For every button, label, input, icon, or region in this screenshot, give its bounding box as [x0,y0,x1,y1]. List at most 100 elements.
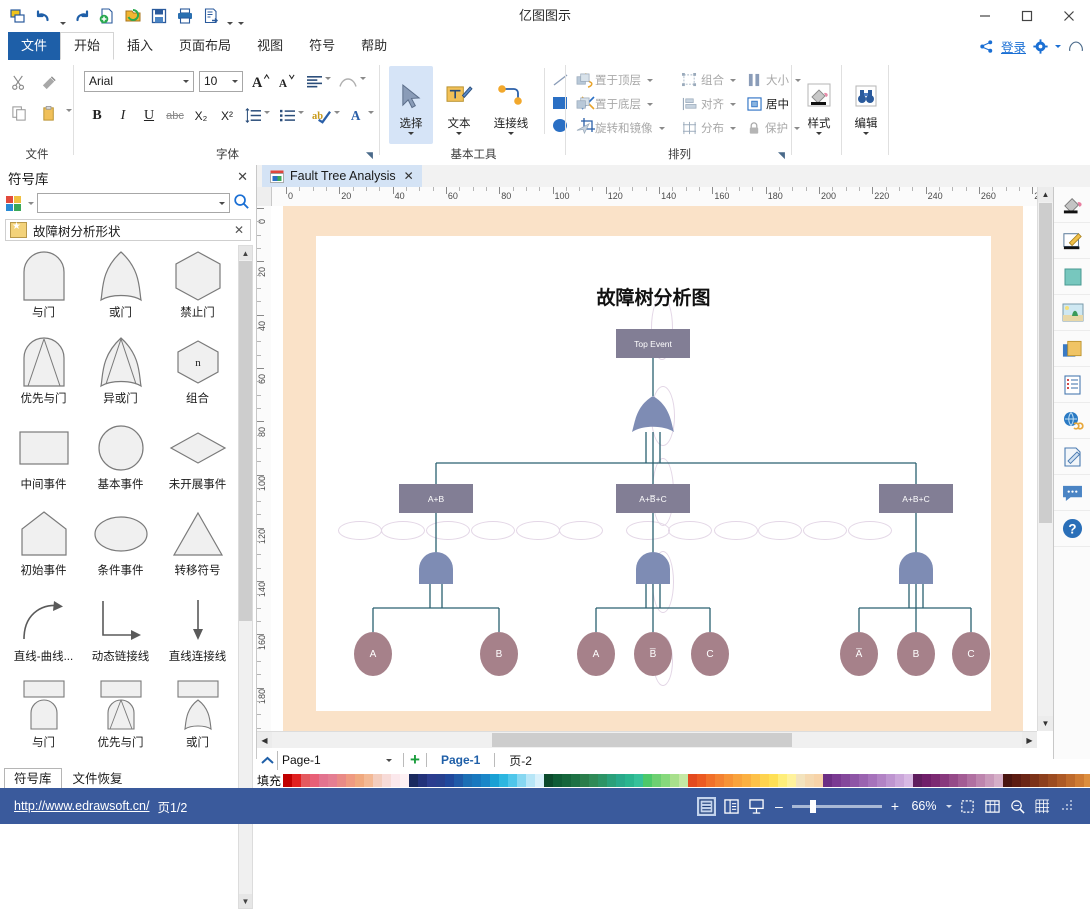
palette-swatch[interactable] [589,773,599,787]
and-gate-2[interactable] [632,551,674,588]
copy-button[interactable] [6,100,32,126]
export-dropdown-icon[interactable] [225,1,234,32]
scroll-left-arrow[interactable]: ◀ [257,732,272,748]
palette-swatch[interactable] [616,773,626,787]
palette-swatch[interactable] [355,773,365,787]
palette-swatch[interactable] [301,773,311,787]
page-sheet[interactable]: 故障树分析图 Top Event A+B A+B̅+C A+B+C A B A … [316,236,991,711]
palette-swatch[interactable] [472,773,482,787]
stencil-item-priority-and-labeled[interactable]: 优先与门 [82,675,159,761]
palette-swatch[interactable] [580,773,590,787]
palette-swatch[interactable] [517,773,527,787]
stencil-item-undeveloped-event[interactable]: 未开展事件 [159,417,236,503]
mid-event-box-1[interactable]: A+B [399,484,473,513]
stencil-item-straight-connector[interactable]: 直线连接线 [159,589,236,675]
login-link[interactable]: 登录 [1001,37,1026,56]
bullets-button[interactable] [275,104,299,127]
text-curve-dropdown-icon[interactable] [360,77,366,80]
basic-event-3-1[interactable]: A̅ [840,632,878,676]
zoom-level-label[interactable]: 66% [908,799,940,813]
new-from-template-icon[interactable] [6,4,30,28]
style-button[interactable]: 样式 [797,66,841,144]
stencil-item-intermediate-event[interactable]: 中间事件 [5,417,82,503]
palette-swatch[interactable] [976,773,986,787]
stencil-item-inhibit-gate[interactable]: 禁止门 [159,245,236,331]
search-input[interactable] [37,193,230,213]
notes-icon[interactable] [1054,439,1090,475]
palette-swatch[interactable] [1057,773,1067,787]
stencil-item-or-gate[interactable]: 或门 [82,245,159,331]
basic-event-1-2[interactable]: B [480,632,518,676]
line-spacing-dropdown-icon[interactable] [264,111,270,114]
palette-swatch[interactable] [796,773,806,787]
cut-button[interactable] [6,69,32,95]
text-tool-button[interactable]: 文本 [437,66,481,144]
grid-icon[interactable] [1033,797,1052,816]
basic-event-2-3[interactable]: C [691,632,729,676]
palette-swatch[interactable] [1030,773,1040,787]
scroll-down-arrow[interactable]: ▼ [1038,716,1053,731]
undo-dropdown-icon[interactable] [58,1,67,32]
close-icon[interactable]: ✕ [404,169,414,183]
palette-swatch[interactable] [769,773,779,787]
bring-to-front-button[interactable]: 置于顶层 [573,69,667,91]
palette-swatch[interactable] [886,773,896,787]
palette-swatch[interactable] [337,773,347,787]
zoom-in-button[interactable]: + [888,798,902,814]
palette-swatch[interactable] [607,773,617,787]
palette-swatch[interactable] [571,773,581,787]
stencil-item-and-gate-labeled[interactable]: 与门 [5,675,82,761]
library-cube-icon[interactable] [6,195,23,211]
ribbon-tab-file[interactable]: 文件 [8,32,61,60]
palette-swatch[interactable] [445,773,455,787]
palette-swatch[interactable] [1012,773,1022,787]
ribbon-tab-page-layout[interactable]: 页面布局 [166,32,244,60]
palette-swatch[interactable] [562,773,572,787]
palette-swatch[interactable] [742,773,752,787]
format-painter-button[interactable] [36,69,62,95]
redo-icon[interactable] [69,4,93,28]
palette-swatch[interactable] [346,773,356,787]
share-icon[interactable] [979,39,994,54]
palette-swatch[interactable] [823,773,833,787]
and-gate-1[interactable] [415,551,457,588]
palette-swatch[interactable] [1066,773,1076,787]
add-page-button[interactable]: + [410,751,420,768]
ribbon-tab-view[interactable]: 视图 [244,32,296,60]
palette-swatch[interactable] [391,773,401,787]
minimize-button[interactable] [964,0,1006,32]
palette-swatch[interactable] [364,773,374,787]
palette-swatch[interactable] [670,773,680,787]
palette-swatch[interactable] [877,773,887,787]
shrink-font-button[interactable]: A [274,70,298,93]
tab-file-recovery[interactable]: 文件恢复 [64,769,132,789]
paste-dropdown-icon[interactable] [66,109,72,112]
layers-icon[interactable] [1054,331,1090,367]
palette-swatch[interactable] [679,773,689,787]
palette-swatch[interactable] [994,773,1004,787]
palette-swatch[interactable] [787,773,797,787]
canvas-vertical-scrollbar[interactable]: ▲ ▼ [1037,187,1053,731]
palette-swatch[interactable] [805,773,815,787]
palette-swatch[interactable] [1003,773,1013,787]
resize-grip[interactable] [1062,800,1074,812]
library-close-icon[interactable]: ✕ [234,223,244,237]
palette-swatch[interactable] [859,773,869,787]
palette-swatch[interactable] [427,773,437,787]
gear-icon[interactable] [1033,38,1048,54]
document-tab[interactable]: Fault Tree Analysis ✕ [262,165,422,187]
palette-swatch[interactable] [643,773,653,787]
palette-swatch[interactable] [400,773,410,787]
palette-swatch[interactable] [1075,773,1085,787]
undo-icon[interactable] [32,4,56,28]
stencil-item-basic-event[interactable]: 基本事件 [82,417,159,503]
palette-swatch[interactable] [436,773,446,787]
vertical-ruler[interactable]: 020406080100120140160180200 [257,206,272,731]
line-spacing-button[interactable] [241,104,265,127]
stencil-item-and-gate[interactable]: 与门 [5,245,82,331]
comment-icon[interactable] [1054,475,1090,511]
subscript-button[interactable]: X₂ [189,104,213,127]
palette-swatch[interactable] [634,773,644,787]
text-curve-button[interactable] [336,70,360,93]
fit-page-view-icon[interactable] [747,797,766,816]
